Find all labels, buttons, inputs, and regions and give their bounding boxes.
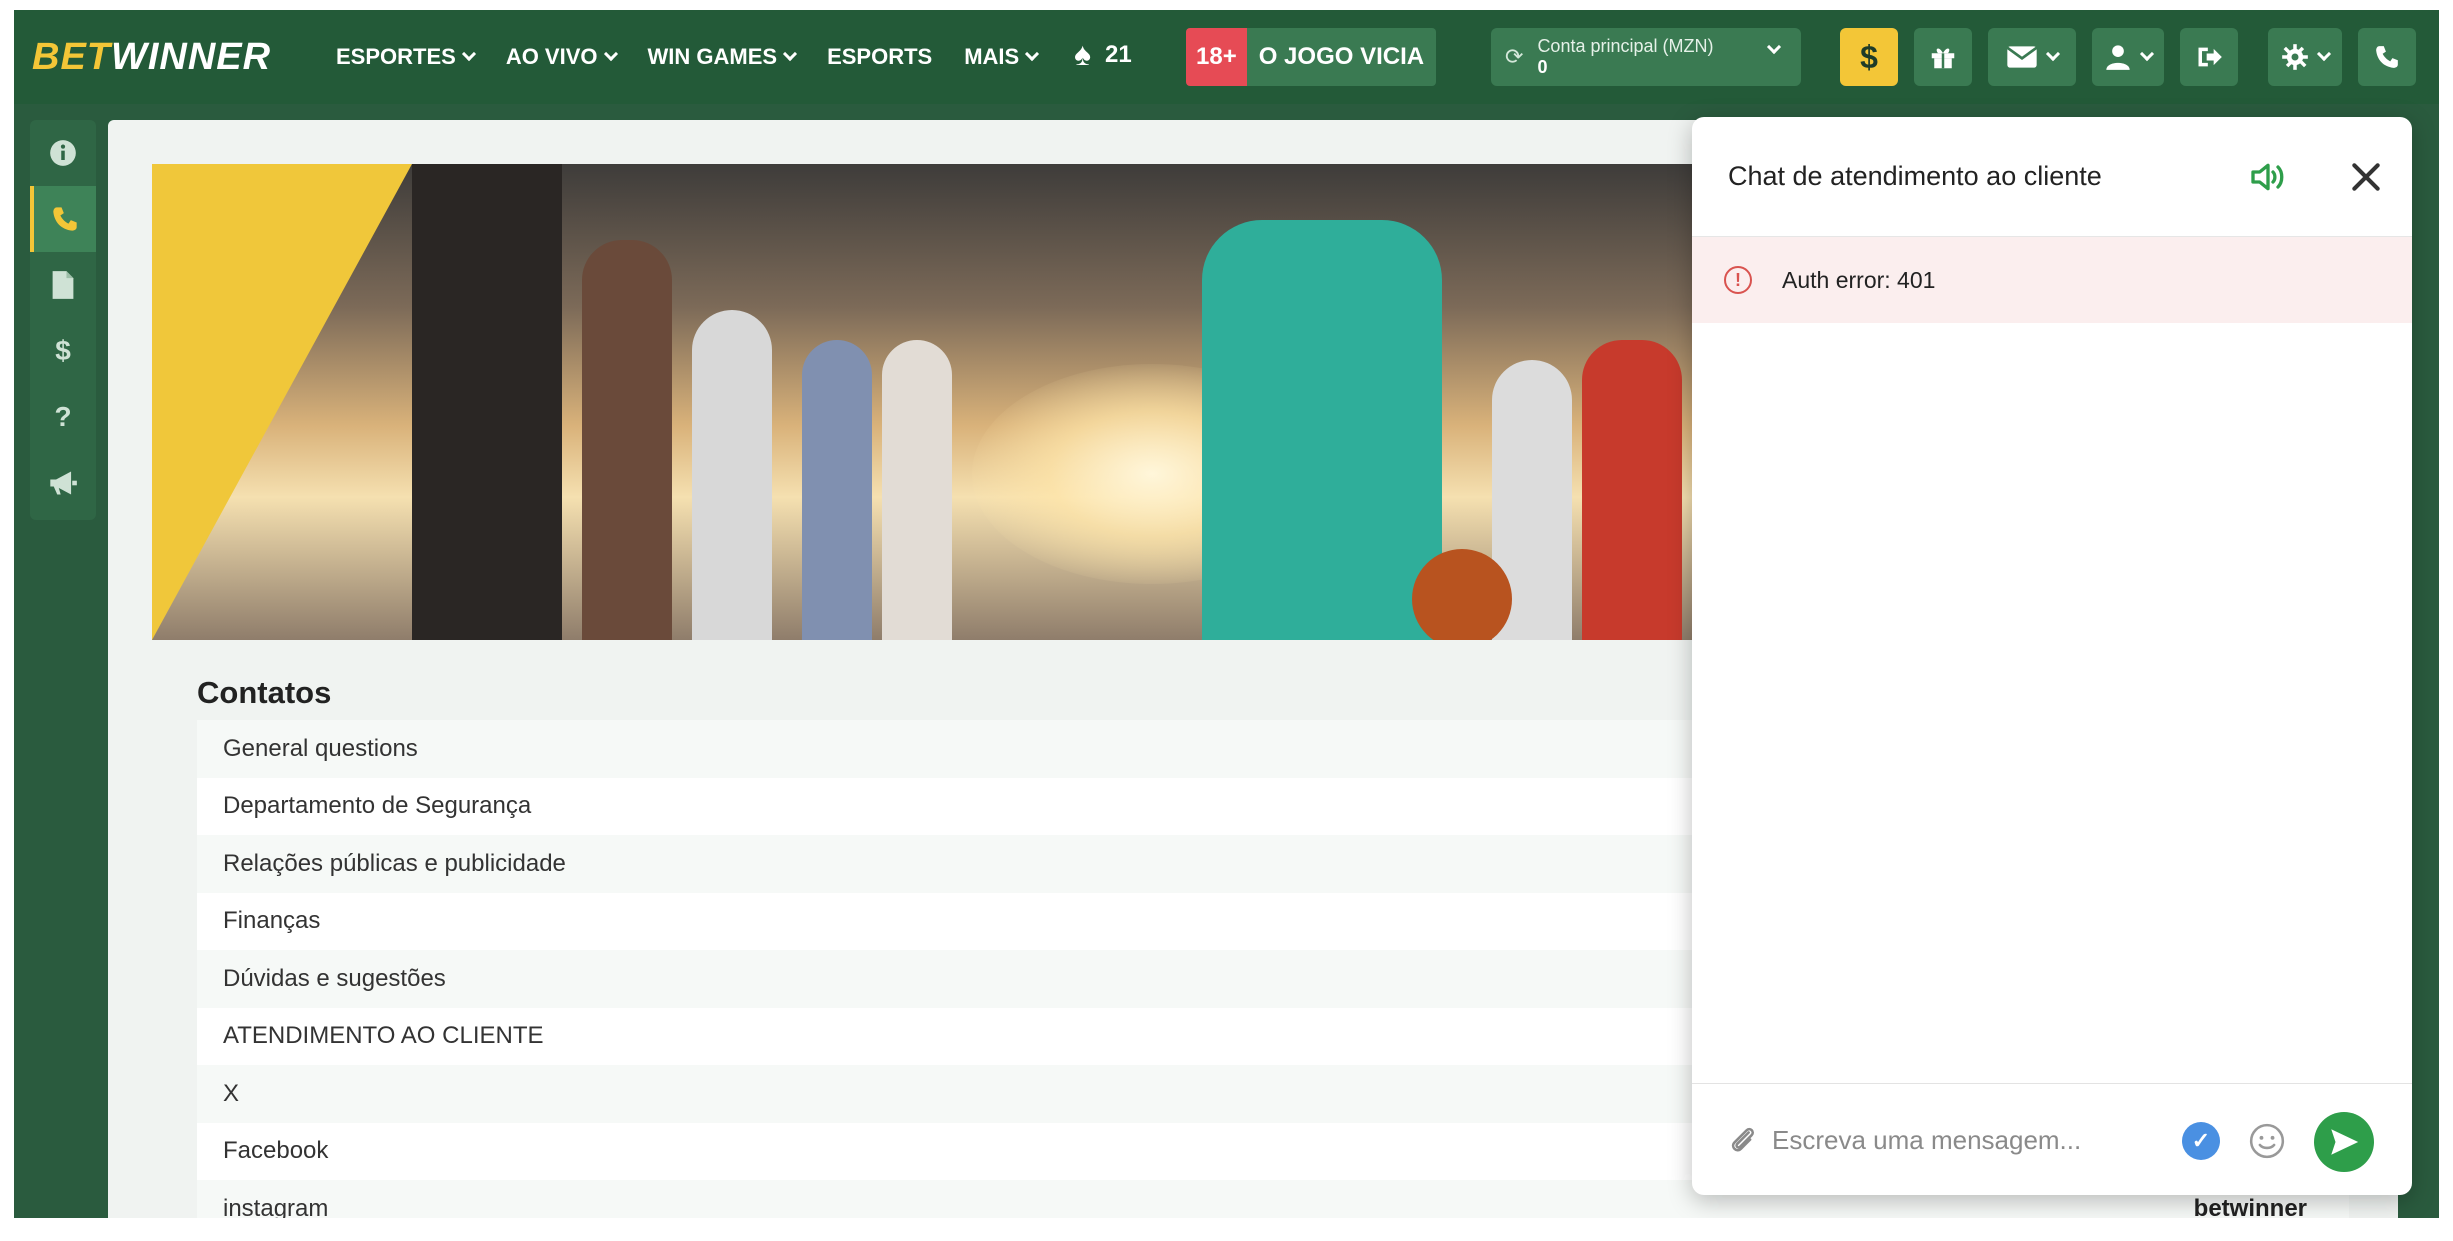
top-navbar: BETWINNER ESPORTES AO VIVO WIN GAMES ESP… bbox=[14, 10, 2439, 104]
rail-contacts[interactable] bbox=[30, 186, 96, 252]
chat-title: Chat de atendimento ao cliente bbox=[1728, 161, 2102, 191]
app-frame: BETWINNER ESPORTES AO VIVO WIN GAMES ESP… bbox=[14, 10, 2439, 1230]
contact-label: Relações públicas e publicidade bbox=[223, 849, 566, 877]
page-title: Contatos bbox=[197, 675, 332, 710]
info-icon bbox=[50, 140, 76, 166]
settings-button[interactable] bbox=[2268, 28, 2342, 86]
document-icon bbox=[52, 271, 74, 299]
sports-hero-banner bbox=[152, 164, 1722, 640]
logo-winner: WINNER bbox=[111, 36, 272, 78]
basketball bbox=[1412, 549, 1512, 640]
athlete-figure bbox=[692, 310, 772, 640]
nav-esports-label: ESPORTS bbox=[827, 44, 933, 69]
messages-button[interactable] bbox=[1988, 28, 2076, 86]
contact-label: Dúvidas e sugestões bbox=[223, 964, 446, 992]
page-bottom-strip bbox=[0, 1218, 2453, 1241]
contact-label: Facebook bbox=[223, 1137, 329, 1165]
dollar-icon: $ bbox=[55, 335, 71, 366]
logout-icon bbox=[2198, 47, 2222, 67]
nav-mais-label: MAIS bbox=[964, 44, 1020, 69]
chevron-down-icon bbox=[1025, 46, 1040, 62]
side-rail: $ ? bbox=[30, 120, 96, 520]
rail-promotions[interactable] bbox=[30, 450, 96, 516]
error-message: Auth error: 401 bbox=[1782, 266, 1936, 293]
main-nav: ESPORTES AO VIVO WIN GAMES ESPORTS MAIS bbox=[336, 10, 1069, 104]
paperclip-icon[interactable] bbox=[1726, 1124, 1760, 1158]
gear-icon bbox=[2282, 44, 2308, 70]
dollar-icon: $ bbox=[1860, 38, 1878, 75]
gift-icon bbox=[1931, 48, 1955, 69]
support-chat-panel: Chat de atendimento ao cliente ! Auth er… bbox=[1692, 117, 2412, 1195]
chat-composer: ✓ bbox=[1692, 1083, 2412, 1195]
athlete-figure bbox=[582, 240, 672, 640]
nav-esportes[interactable]: ESPORTES bbox=[336, 44, 476, 70]
error-icon: ! bbox=[1724, 266, 1752, 294]
envelope-icon bbox=[2006, 46, 2038, 68]
send-icon bbox=[2331, 1129, 2359, 1155]
age-warning-badge: 18+ O JOGO VICIA bbox=[1186, 28, 1437, 86]
rail-payments[interactable]: $ bbox=[30, 318, 96, 384]
account-info: Conta principal (MZN) 0 bbox=[1537, 36, 1713, 78]
nav-win-games-label: WIN GAMES bbox=[647, 44, 778, 69]
message-input[interactable] bbox=[1772, 1114, 2172, 1166]
spade-count: 21 bbox=[1105, 40, 1132, 68]
account-balance: 0 bbox=[1537, 57, 1548, 77]
age-warning-text: O JOGO VICIA bbox=[1246, 28, 1437, 86]
account-label: Conta principal (MZN) bbox=[1537, 36, 1714, 56]
basketball-player-figure bbox=[1202, 220, 1442, 640]
rail-documents[interactable] bbox=[30, 252, 96, 318]
nav-ao-vivo-label: AO VIVO bbox=[505, 44, 598, 69]
send-button[interactable] bbox=[2314, 1112, 2374, 1172]
gift-button[interactable] bbox=[1914, 28, 1972, 86]
question-icon: ? bbox=[54, 401, 72, 432]
close-icon[interactable] bbox=[2346, 157, 2386, 197]
auth-error-banner: ! Auth error: 401 bbox=[1692, 237, 2412, 323]
phone-icon bbox=[2376, 46, 2398, 68]
athlete-figure bbox=[1582, 340, 1682, 640]
chevron-down-icon bbox=[2139, 46, 2155, 62]
megaphone-icon bbox=[50, 471, 77, 495]
spade-icon: ♠ bbox=[1074, 36, 1091, 72]
nav-mais[interactable]: MAIS bbox=[964, 44, 1040, 70]
emoji-icon[interactable] bbox=[2248, 1122, 2286, 1160]
check-icon[interactable]: ✓ bbox=[2182, 1122, 2220, 1160]
nav-esportes-label: ESPORTES bbox=[336, 44, 456, 69]
deposit-button[interactable]: $ bbox=[1840, 28, 1898, 86]
contact-label: X bbox=[223, 1079, 240, 1107]
rail-faq[interactable]: ? bbox=[30, 384, 96, 450]
chevron-down-icon bbox=[2045, 46, 2061, 62]
nav-esports[interactable]: ESPORTS bbox=[827, 44, 932, 70]
banner-yellow-accent bbox=[152, 164, 412, 640]
account-selector[interactable]: ⟳ Conta principal (MZN) 0 bbox=[1491, 28, 1801, 86]
nav-ao-vivo[interactable]: AO VIVO bbox=[505, 44, 618, 70]
speaker-icon[interactable] bbox=[2248, 157, 2288, 197]
call-button[interactable] bbox=[2358, 28, 2416, 86]
rail-info[interactable] bbox=[30, 120, 96, 186]
chevron-down-icon bbox=[782, 46, 798, 62]
contact-label: General questions bbox=[223, 734, 418, 762]
athlete-figure bbox=[802, 340, 872, 640]
profile-button[interactable] bbox=[2092, 28, 2164, 86]
logo-bet: BET bbox=[32, 36, 111, 78]
chat-header: Chat de atendimento ao cliente bbox=[1692, 117, 2412, 237]
contact-label: ATENDIMENTO AO CLIENTE bbox=[223, 1022, 544, 1050]
spade-counter[interactable]: ♠ 21 bbox=[1074, 36, 1132, 73]
chevron-down-icon bbox=[2316, 46, 2332, 62]
chevron-down-icon bbox=[603, 46, 618, 62]
athlete-figure bbox=[412, 164, 562, 640]
contact-label: Departamento de Segurança bbox=[223, 792, 532, 820]
user-icon bbox=[2106, 45, 2130, 70]
nav-win-games[interactable]: WIN GAMES bbox=[647, 44, 798, 70]
contact-label: Finanças bbox=[223, 907, 321, 935]
betwinner-logo[interactable]: BETWINNER bbox=[32, 36, 271, 79]
chevron-down-icon bbox=[461, 46, 476, 62]
logout-button[interactable] bbox=[2180, 28, 2238, 86]
athlete-figure bbox=[882, 340, 952, 640]
phone-icon bbox=[53, 207, 77, 231]
refresh-icon[interactable]: ⟳ bbox=[1505, 44, 1523, 70]
age-18-label: 18+ bbox=[1186, 28, 1247, 86]
chevron-down-icon bbox=[1766, 39, 1782, 55]
